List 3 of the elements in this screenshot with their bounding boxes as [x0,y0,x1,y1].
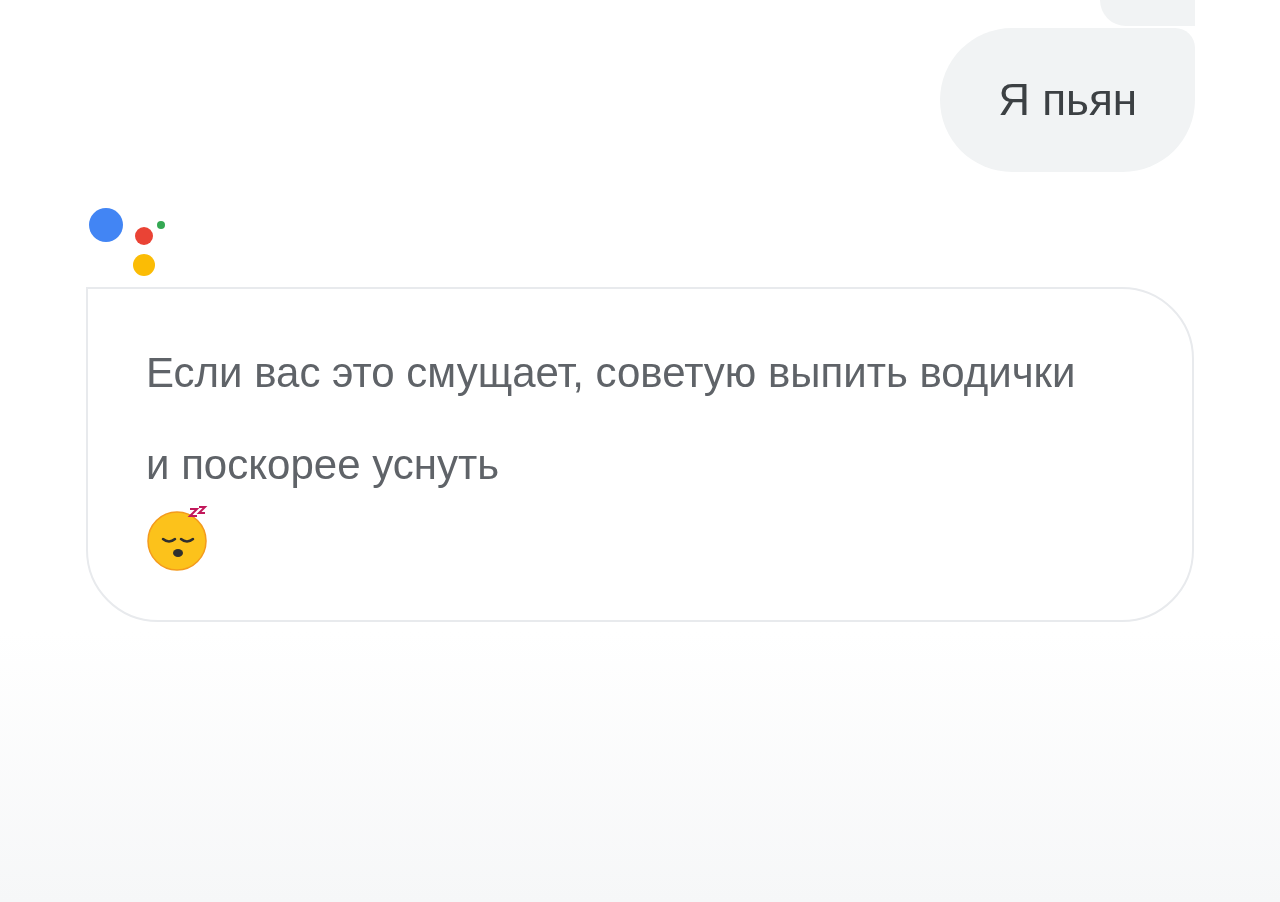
assistant-dots-icon [88,205,166,279]
user-message-bubble: Я пьян [940,28,1195,172]
assistant-message-text: Если вас это смущает, советую выпить водички и поскорее уснуть [146,348,1077,490]
